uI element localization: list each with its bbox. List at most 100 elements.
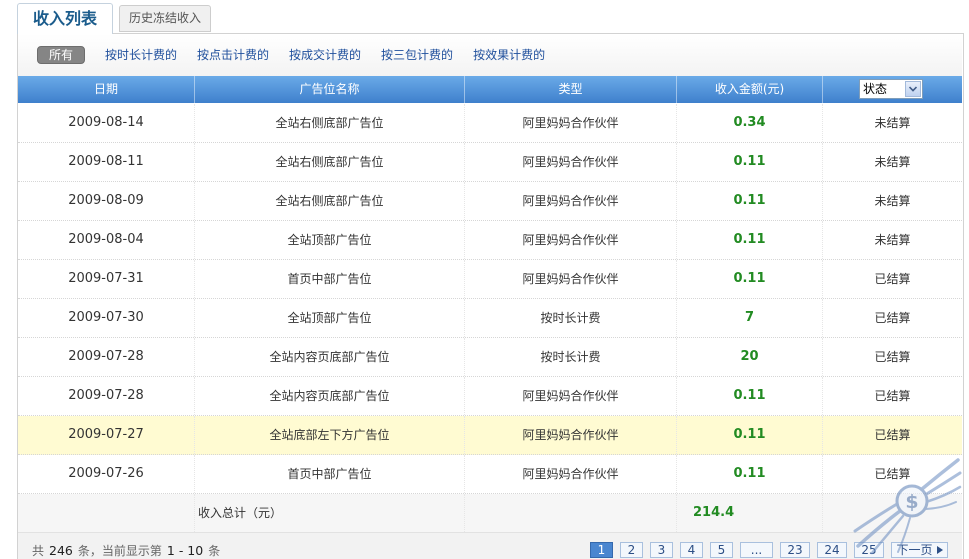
date-cell: 2009-08-09 bbox=[18, 182, 195, 220]
table-row: 2009-07-30 全站顶部广告位 按时长计费 7 已结算 bbox=[18, 299, 962, 338]
page-button-1[interactable]: 1 bbox=[590, 542, 613, 558]
type-cell: 阿里妈妈合作伙伴 bbox=[465, 377, 677, 415]
header-type: 类型 bbox=[465, 76, 677, 103]
page-button-4[interactable]: 4 bbox=[680, 542, 703, 558]
total-label: 收入总计（元） bbox=[195, 494, 465, 532]
status-cell: 未结算 bbox=[874, 233, 911, 247]
date-cell: 2009-08-04 bbox=[18, 221, 195, 259]
tab-income-list[interactable]: 收入列表 bbox=[17, 3, 113, 34]
watermark-logo: $ bbox=[853, 458, 962, 555]
page-button-24[interactable]: 24 bbox=[817, 542, 847, 558]
amount-cell: 0.11 bbox=[677, 377, 823, 415]
amount-cell: 0.11 bbox=[677, 143, 823, 181]
date-cell: 2009-07-31 bbox=[18, 260, 195, 298]
status-cell: 未结算 bbox=[874, 194, 911, 208]
amount-cell: 0.11 bbox=[677, 221, 823, 259]
table-row: 2009-07-26 首页中部广告位 阿里妈妈合作伙伴 0.11 已结算 bbox=[18, 455, 962, 494]
header-date: 日期 bbox=[18, 76, 195, 103]
header-status: 状态 bbox=[823, 76, 962, 103]
table-row: 2009-07-27 全站底部左下方广告位 阿里妈妈合作伙伴 0.11 已结算 bbox=[18, 416, 962, 455]
filter-link-transaction[interactable]: 按成交计费的 bbox=[289, 47, 361, 63]
summary-suffix: 条 bbox=[208, 544, 221, 558]
filter-all-button[interactable]: 所有 bbox=[37, 46, 85, 64]
date-cell: 2009-07-27 bbox=[18, 416, 195, 454]
amount-cell: 0.34 bbox=[677, 104, 823, 142]
status-cell: 已结算 bbox=[874, 272, 911, 286]
ad-slot-name-cell: 首页中部广告位 bbox=[195, 260, 465, 298]
summary-middle: 条，当前显示第 bbox=[77, 544, 162, 558]
total-value: 214.4 bbox=[677, 494, 823, 532]
chevron-down-icon bbox=[909, 86, 917, 92]
type-cell: 阿里妈妈合作伙伴 bbox=[465, 104, 677, 142]
type-cell: 按时长计费 bbox=[465, 299, 677, 337]
date-cell: 2009-08-14 bbox=[18, 104, 195, 142]
amount-cell: 7 bbox=[677, 299, 823, 337]
select-dropdown-button[interactable] bbox=[905, 81, 921, 97]
status-cell: 未结算 bbox=[874, 155, 911, 169]
ad-slot-name-cell: 全站右侧底部广告位 bbox=[195, 143, 465, 181]
amount-cell: 20 bbox=[677, 338, 823, 376]
ad-slot-name-cell: 全站右侧底部广告位 bbox=[195, 104, 465, 142]
summary-range: 1 - 10 bbox=[166, 543, 204, 558]
amount-cell: 0.11 bbox=[677, 455, 823, 493]
date-cell: 2009-07-28 bbox=[18, 338, 195, 376]
header-ad-slot-name: 广告位名称 bbox=[195, 76, 465, 103]
ad-slot-name-cell: 全站底部左下方广告位 bbox=[195, 416, 465, 454]
type-cell: 阿里妈妈合作伙伴 bbox=[465, 260, 677, 298]
page-button-3[interactable]: 3 bbox=[650, 542, 673, 558]
status-select-value: 状态 bbox=[863, 82, 888, 96]
amount-cell: 0.11 bbox=[677, 416, 823, 454]
type-cell: 阿里妈妈合作伙伴 bbox=[465, 416, 677, 454]
type-cell: 按时长计费 bbox=[465, 338, 677, 376]
amount-cell: 0.11 bbox=[677, 182, 823, 220]
date-cell: 2009-07-30 bbox=[18, 299, 195, 337]
total-spacer bbox=[465, 494, 677, 532]
table-row: 2009-07-31 首页中部广告位 阿里妈妈合作伙伴 0.11 已结算 bbox=[18, 260, 962, 299]
ad-slot-name-cell: 全站内容页底部广告位 bbox=[195, 338, 465, 376]
filter-links: 按时长计费的 按点击计费的 按成交计费的 按三包计费的 按效果计费的 bbox=[105, 47, 545, 63]
ad-slot-name-cell: 全站内容页底部广告位 bbox=[195, 377, 465, 415]
date-cell: 2009-08-11 bbox=[18, 143, 195, 181]
watermark-symbol: $ bbox=[905, 491, 918, 513]
status-cell: 未结算 bbox=[874, 116, 911, 130]
page-button-23[interactable]: 23 bbox=[780, 542, 810, 558]
status-cell: 已结算 bbox=[874, 428, 911, 442]
date-cell: 2009-07-26 bbox=[18, 455, 195, 493]
status-filter-select[interactable]: 状态 bbox=[859, 79, 923, 99]
page-button-2[interactable]: 2 bbox=[620, 542, 643, 558]
table-row: 2009-07-28 全站内容页底部广告位 按时长计费 20 已结算 bbox=[18, 338, 962, 377]
table-row: 2009-07-28 全站内容页底部广告位 阿里妈妈合作伙伴 0.11 已结算 bbox=[18, 377, 962, 416]
status-cell: 已结算 bbox=[874, 311, 911, 325]
table-row: 2009-08-09 全站右侧底部广告位 阿里妈妈合作伙伴 0.11 未结算 bbox=[18, 182, 962, 221]
type-cell: 阿里妈妈合作伙伴 bbox=[465, 455, 677, 493]
table-row: 2009-08-14 全站右侧底部广告位 阿里妈妈合作伙伴 0.34 未结算 bbox=[18, 104, 962, 143]
ad-slot-name-cell: 首页中部广告位 bbox=[195, 455, 465, 493]
total-spacer bbox=[18, 494, 195, 532]
filter-link-sanbao[interactable]: 按三包计费的 bbox=[381, 47, 453, 63]
tab-frozen-history[interactable]: 历史冻结收入 bbox=[119, 5, 211, 32]
amount-cell: 0.11 bbox=[677, 260, 823, 298]
date-cell: 2009-07-28 bbox=[18, 377, 195, 415]
summary-prefix: 共 bbox=[32, 544, 45, 558]
filter-link-duration[interactable]: 按时长计费的 bbox=[105, 47, 177, 63]
table-header: 日期 广告位名称 类型 收入金额(元) 状态 bbox=[18, 76, 962, 103]
table-row: 2009-08-11 全站右侧底部广告位 阿里妈妈合作伙伴 0.11 未结算 bbox=[18, 143, 962, 182]
summary-total-count: 246 bbox=[49, 543, 73, 558]
table-body: 2009-08-14 全站右侧底部广告位 阿里妈妈合作伙伴 0.34 未结算 2… bbox=[18, 104, 962, 494]
status-cell: 已结算 bbox=[874, 389, 911, 403]
page-ellipsis: ... bbox=[740, 542, 773, 558]
ad-slot-name-cell: 全站顶部广告位 bbox=[195, 299, 465, 337]
header-amount: 收入金额(元) bbox=[677, 76, 823, 103]
ad-slot-name-cell: 全站顶部广告位 bbox=[195, 221, 465, 259]
table-row: 2009-08-04 全站顶部广告位 阿里妈妈合作伙伴 0.11 未结算 bbox=[18, 221, 962, 260]
filter-link-click[interactable]: 按点击计费的 bbox=[197, 47, 269, 63]
ad-slot-name-cell: 全站右侧底部广告位 bbox=[195, 182, 465, 220]
type-cell: 阿里妈妈合作伙伴 bbox=[465, 143, 677, 181]
page-button-5[interactable]: 5 bbox=[710, 542, 733, 558]
type-cell: 阿里妈妈合作伙伴 bbox=[465, 182, 677, 220]
status-cell: 已结算 bbox=[874, 350, 911, 364]
total-row: 收入总计（元） 214.4 bbox=[18, 494, 962, 533]
type-cell: 阿里妈妈合作伙伴 bbox=[465, 221, 677, 259]
pagination-summary: 共 246 条，当前显示第 1 - 10 条 bbox=[32, 543, 221, 559]
filter-link-performance[interactable]: 按效果计费的 bbox=[473, 47, 545, 63]
